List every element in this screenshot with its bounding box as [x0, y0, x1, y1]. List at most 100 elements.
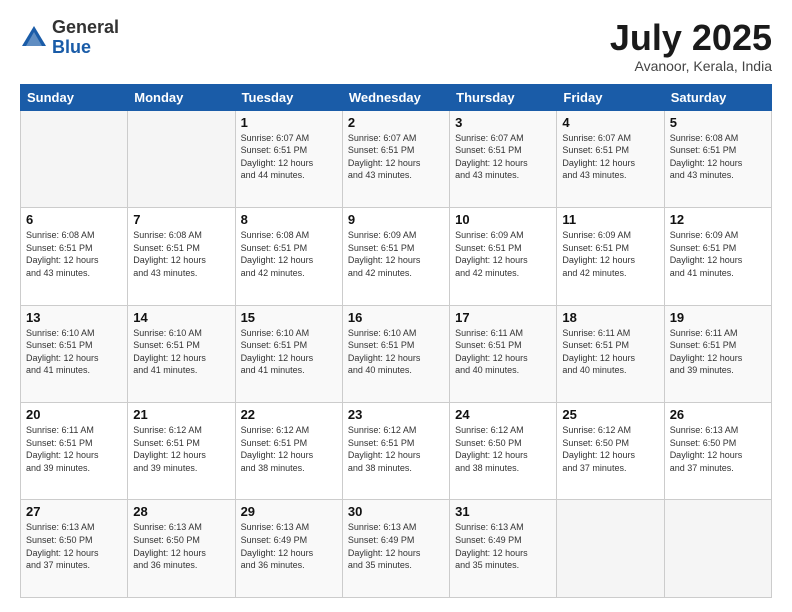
calendar-cell: 30 Sunrise: 6:13 AM Sunset: 6:49 PM Dayli… — [342, 500, 449, 598]
day-number: 23 — [348, 407, 444, 422]
weekday-header-cell: Saturday — [664, 84, 771, 110]
day-info: Sunrise: 6:08 AM Sunset: 6:51 PM Dayligh… — [670, 132, 766, 182]
calendar-cell — [128, 110, 235, 207]
day-info: Sunrise: 6:09 AM Sunset: 6:51 PM Dayligh… — [455, 229, 551, 279]
calendar-cell: 31 Sunrise: 6:13 AM Sunset: 6:49 PM Dayli… — [450, 500, 557, 598]
weekday-header-row: SundayMondayTuesdayWednesdayThursdayFrid… — [21, 84, 772, 110]
day-number: 5 — [670, 115, 766, 130]
calendar-cell — [21, 110, 128, 207]
weekday-header-cell: Monday — [128, 84, 235, 110]
calendar-cell: 22 Sunrise: 6:12 AM Sunset: 6:51 PM Dayli… — [235, 403, 342, 500]
weekday-header-cell: Tuesday — [235, 84, 342, 110]
day-number: 28 — [133, 504, 229, 519]
day-number: 11 — [562, 212, 658, 227]
day-info: Sunrise: 6:10 AM Sunset: 6:51 PM Dayligh… — [241, 327, 337, 377]
day-number: 2 — [348, 115, 444, 130]
calendar-cell: 26Sunrise: 6:13 AM Sunset: 6:50 PM Dayli… — [664, 403, 771, 500]
calendar-cell: 23 Sunrise: 6:12 AM Sunset: 6:51 PM Dayli… — [342, 403, 449, 500]
calendar-cell: 1 Sunrise: 6:07 AM Sunset: 6:51 PM Daylig… — [235, 110, 342, 207]
calendar-week-row: 1 Sunrise: 6:07 AM Sunset: 6:51 PM Daylig… — [21, 110, 772, 207]
calendar-body: 1 Sunrise: 6:07 AM Sunset: 6:51 PM Daylig… — [21, 110, 772, 597]
calendar-cell: 4 Sunrise: 6:07 AM Sunset: 6:51 PM Daylig… — [557, 110, 664, 207]
calendar-week-row: 13 Sunrise: 6:10 AM Sunset: 6:51 PM Dayli… — [21, 305, 772, 402]
day-number: 22 — [241, 407, 337, 422]
day-info: Sunrise: 6:11 AM Sunset: 6:51 PM Dayligh… — [26, 424, 122, 474]
calendar-cell: 12 Sunrise: 6:09 AM Sunset: 6:51 PM Dayli… — [664, 208, 771, 305]
day-number: 25 — [562, 407, 658, 422]
day-info: Sunrise: 6:08 AM Sunset: 6:51 PM Dayligh… — [26, 229, 122, 279]
weekday-header-cell: Friday — [557, 84, 664, 110]
location: Avanoor, Kerala, India — [610, 58, 772, 74]
day-number: 31 — [455, 504, 551, 519]
calendar-week-row: 20Sunrise: 6:11 AM Sunset: 6:51 PM Dayli… — [21, 403, 772, 500]
day-number: 9 — [348, 212, 444, 227]
day-number: 18 — [562, 310, 658, 325]
calendar-cell — [664, 500, 771, 598]
day-number: 29 — [241, 504, 337, 519]
day-number: 19 — [670, 310, 766, 325]
logo-blue-text: Blue — [52, 37, 91, 57]
day-number: 27 — [26, 504, 122, 519]
day-info: Sunrise: 6:07 AM Sunset: 6:51 PM Dayligh… — [455, 132, 551, 182]
calendar-cell: 2 Sunrise: 6:07 AM Sunset: 6:51 PM Daylig… — [342, 110, 449, 207]
day-number: 15 — [241, 310, 337, 325]
day-number: 10 — [455, 212, 551, 227]
calendar-cell: 24Sunrise: 6:12 AM Sunset: 6:50 PM Dayli… — [450, 403, 557, 500]
calendar-cell: 20Sunrise: 6:11 AM Sunset: 6:51 PM Dayli… — [21, 403, 128, 500]
day-number: 13 — [26, 310, 122, 325]
day-info: Sunrise: 6:08 AM Sunset: 6:51 PM Dayligh… — [133, 229, 229, 279]
day-info: Sunrise: 6:08 AM Sunset: 6:51 PM Dayligh… — [241, 229, 337, 279]
calendar-cell: 8 Sunrise: 6:08 AM Sunset: 6:51 PM Daylig… — [235, 208, 342, 305]
day-number: 30 — [348, 504, 444, 519]
calendar-page: General Blue July 2025 Avanoor, Kerala, … — [0, 0, 792, 612]
day-info: Sunrise: 6:12 AM Sunset: 6:51 PM Dayligh… — [348, 424, 444, 474]
calendar-cell: 17 Sunrise: 6:11 AM Sunset: 6:51 PM Dayli… — [450, 305, 557, 402]
calendar-cell: 5 Sunrise: 6:08 AM Sunset: 6:51 PM Daylig… — [664, 110, 771, 207]
calendar-cell: 25Sunrise: 6:12 AM Sunset: 6:50 PM Dayli… — [557, 403, 664, 500]
day-info: Sunrise: 6:13 AM Sunset: 6:49 PM Dayligh… — [348, 521, 444, 571]
day-number: 8 — [241, 212, 337, 227]
day-info: Sunrise: 6:13 AM Sunset: 6:50 PM Dayligh… — [670, 424, 766, 474]
day-info: Sunrise: 6:11 AM Sunset: 6:51 PM Dayligh… — [455, 327, 551, 377]
day-info: Sunrise: 6:13 AM Sunset: 6:49 PM Dayligh… — [455, 521, 551, 571]
calendar-cell: 6 Sunrise: 6:08 AM Sunset: 6:51 PM Daylig… — [21, 208, 128, 305]
calendar-cell: 19 Sunrise: 6:11 AM Sunset: 6:51 PM Dayli… — [664, 305, 771, 402]
day-info: Sunrise: 6:07 AM Sunset: 6:51 PM Dayligh… — [562, 132, 658, 182]
calendar-week-row: 6 Sunrise: 6:08 AM Sunset: 6:51 PM Daylig… — [21, 208, 772, 305]
calendar-cell: 21Sunrise: 6:12 AM Sunset: 6:51 PM Dayli… — [128, 403, 235, 500]
day-info: Sunrise: 6:07 AM Sunset: 6:51 PM Dayligh… — [348, 132, 444, 182]
day-info: Sunrise: 6:10 AM Sunset: 6:51 PM Dayligh… — [133, 327, 229, 377]
day-info: Sunrise: 6:09 AM Sunset: 6:51 PM Dayligh… — [670, 229, 766, 279]
calendar-cell: 15 Sunrise: 6:10 AM Sunset: 6:51 PM Dayli… — [235, 305, 342, 402]
day-number: 6 — [26, 212, 122, 227]
calendar-cell: 11 Sunrise: 6:09 AM Sunset: 6:51 PM Dayli… — [557, 208, 664, 305]
calendar-cell: 27Sunrise: 6:13 AM Sunset: 6:50 PM Dayli… — [21, 500, 128, 598]
calendar-cell: 16 Sunrise: 6:10 AM Sunset: 6:51 PM Dayli… — [342, 305, 449, 402]
day-info: Sunrise: 6:11 AM Sunset: 6:51 PM Dayligh… — [670, 327, 766, 377]
day-number: 1 — [241, 115, 337, 130]
day-info: Sunrise: 6:09 AM Sunset: 6:51 PM Dayligh… — [562, 229, 658, 279]
day-number: 12 — [670, 212, 766, 227]
calendar-cell: 13 Sunrise: 6:10 AM Sunset: 6:51 PM Dayli… — [21, 305, 128, 402]
calendar-cell: 9Sunrise: 6:09 AM Sunset: 6:51 PM Daylig… — [342, 208, 449, 305]
day-info: Sunrise: 6:11 AM Sunset: 6:51 PM Dayligh… — [562, 327, 658, 377]
day-number: 24 — [455, 407, 551, 422]
title-block: July 2025 Avanoor, Kerala, India — [610, 18, 772, 74]
day-number: 21 — [133, 407, 229, 422]
day-info: Sunrise: 6:10 AM Sunset: 6:51 PM Dayligh… — [348, 327, 444, 377]
logo-general-text: General — [52, 17, 119, 37]
weekday-header-cell: Thursday — [450, 84, 557, 110]
day-number: 17 — [455, 310, 551, 325]
weekday-header-cell: Wednesday — [342, 84, 449, 110]
day-info: Sunrise: 6:12 AM Sunset: 6:51 PM Dayligh… — [241, 424, 337, 474]
calendar-table: SundayMondayTuesdayWednesdayThursdayFrid… — [20, 84, 772, 598]
day-info: Sunrise: 6:13 AM Sunset: 6:49 PM Dayligh… — [241, 521, 337, 571]
day-info: Sunrise: 6:07 AM Sunset: 6:51 PM Dayligh… — [241, 132, 337, 182]
logo-icon — [20, 24, 48, 52]
calendar-cell: 7Sunrise: 6:08 AM Sunset: 6:51 PM Daylig… — [128, 208, 235, 305]
day-info: Sunrise: 6:10 AM Sunset: 6:51 PM Dayligh… — [26, 327, 122, 377]
day-number: 16 — [348, 310, 444, 325]
day-number: 4 — [562, 115, 658, 130]
header: General Blue July 2025 Avanoor, Kerala, … — [20, 18, 772, 74]
calendar-cell: 3Sunrise: 6:07 AM Sunset: 6:51 PM Daylig… — [450, 110, 557, 207]
